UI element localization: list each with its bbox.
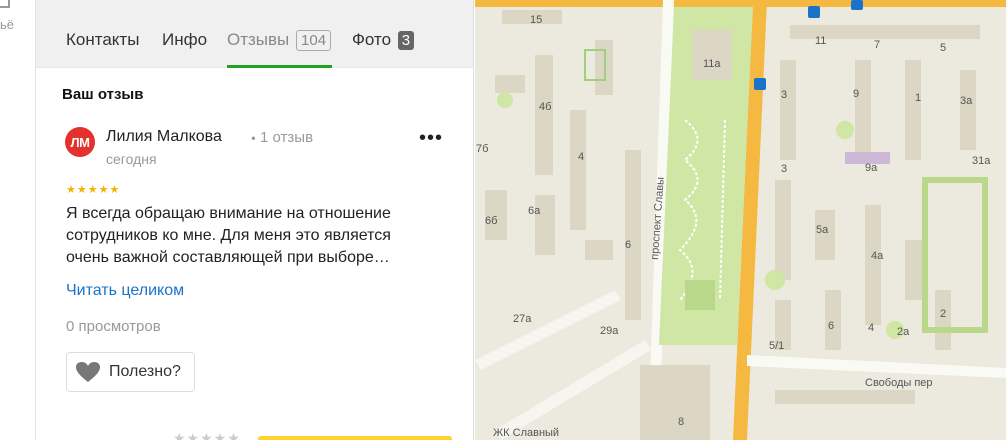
tab-contacts[interactable]: Контакты	[66, 30, 139, 68]
svg-text:5/1: 5/1	[769, 340, 784, 352]
svg-text:5а: 5а	[816, 224, 829, 236]
tab-bar: Контакты Инфо Отзывы 104 Фото 3	[36, 0, 473, 68]
map-view[interactable]: 15 11 7 5 11а 4б 3 9 1 3а 7б 4 9а 31а 6б…	[475, 0, 1006, 440]
svg-text:3: 3	[781, 89, 787, 101]
svg-text:7б: 7б	[476, 143, 488, 155]
svg-text:6б: 6б	[485, 215, 497, 227]
more-options-icon[interactable]: •••	[419, 128, 443, 148]
sidebar-fragment-text: ьё	[0, 17, 15, 32]
useful-label: Полезно?	[109, 363, 181, 380]
svg-text:6: 6	[828, 320, 834, 332]
street-label-svobody: Свободы пер	[865, 377, 933, 389]
reviews-count-badge: 104	[296, 30, 332, 51]
svg-text:29а: 29а	[600, 325, 619, 337]
svg-text:3: 3	[781, 163, 787, 175]
svg-text:27а: 27а	[513, 313, 532, 325]
review-date: сегодня	[106, 151, 157, 167]
views-count: 0 просмотров	[66, 318, 161, 335]
svg-text:4б: 4б	[539, 101, 551, 113]
rate-stars-input[interactable]: ★★★★★	[173, 430, 241, 440]
rating-stars: ★★★★★	[66, 184, 121, 196]
svg-text:6: 6	[625, 239, 631, 251]
review-text: Я всегда обращаю внимание на отношение с…	[66, 205, 391, 266]
avatar[interactable]: ЛМ	[65, 127, 95, 157]
svg-text:2: 2	[940, 308, 946, 320]
tab-reviews[interactable]: Отзывы 104	[227, 30, 332, 68]
poi-label[interactable]: ЖК Славный	[493, 427, 559, 439]
tab-reviews-label: Отзывы	[227, 30, 290, 49]
heart-icon	[76, 362, 100, 382]
tab-info[interactable]: Инфо	[162, 30, 207, 68]
organization-panel: Контакты Инфо Отзывы 104 Фото 3 Ваш отзы…	[36, 0, 474, 440]
svg-text:3а: 3а	[960, 95, 973, 107]
svg-text:9: 9	[853, 88, 859, 100]
bus-stop-icon[interactable]	[851, 0, 863, 10]
svg-text:2а: 2а	[897, 326, 910, 338]
read-more-link[interactable]: Читать целиком	[66, 282, 184, 300]
svg-text:8: 8	[678, 416, 684, 428]
tab-photos-label: Фото	[352, 30, 392, 49]
author-review-count-text: 1 отзыв	[260, 129, 314, 146]
svg-text:31а: 31а	[972, 155, 991, 167]
tab-photos[interactable]: Фото 3	[352, 30, 415, 68]
author-review-count: ● 1 отзыв	[251, 129, 313, 146]
section-title: Ваш отзыв	[62, 86, 144, 103]
svg-text:11: 11	[815, 35, 826, 47]
sidebar-fragment-icon	[0, 0, 10, 8]
svg-text:4а: 4а	[871, 250, 884, 262]
svg-text:5: 5	[940, 42, 946, 54]
bus-stop-icon[interactable]	[754, 78, 766, 90]
svg-text:7: 7	[874, 39, 880, 51]
svg-text:9а: 9а	[865, 162, 878, 174]
photos-count-badge: 3	[397, 31, 415, 50]
bus-stop-icon[interactable]	[808, 6, 820, 18]
svg-text:15: 15	[530, 14, 542, 26]
left-sidebar-fragment: ьё	[0, 0, 36, 440]
svg-text:6а: 6а	[528, 205, 541, 217]
useful-button[interactable]: Полезно?	[66, 352, 195, 392]
map-canvas[interactable]: 15 11 7 5 11а 4б 3 9 1 3а 7б 4 9а 31а 6б…	[475, 0, 1006, 440]
svg-text:4: 4	[578, 151, 584, 163]
author-name[interactable]: Лилия Малкова	[106, 128, 222, 146]
write-review-button[interactable]	[258, 436, 452, 440]
svg-text:1: 1	[915, 92, 921, 104]
meta-dot: ●	[251, 133, 256, 143]
svg-text:11а: 11а	[703, 58, 721, 70]
svg-text:4: 4	[868, 322, 874, 334]
